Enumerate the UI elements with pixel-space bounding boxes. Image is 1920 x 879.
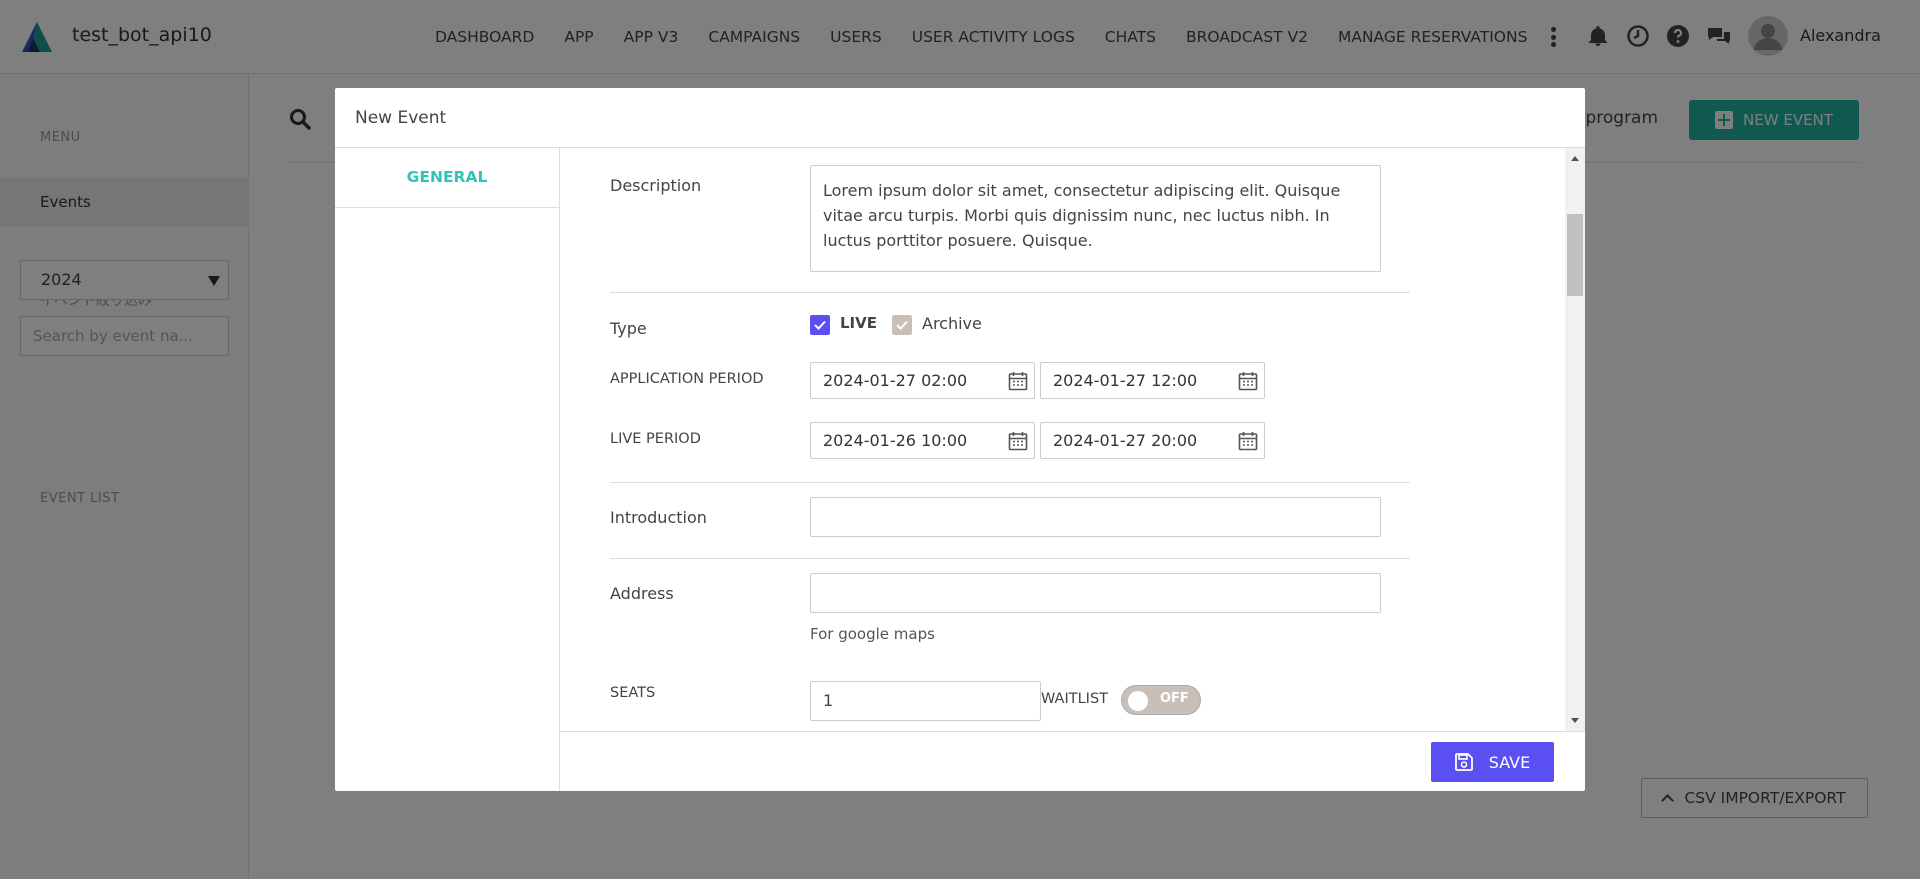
application-start-input[interactable]: 2024-01-27 02:00 (810, 362, 1035, 399)
live-end-input[interactable]: 2024-01-27 20:00 (1040, 422, 1265, 459)
application-end-input[interactable]: 2024-01-27 12:00 (1040, 362, 1265, 399)
archive-label[interactable]: Archive (922, 314, 982, 333)
live-label[interactable]: LIVE (840, 314, 877, 332)
application-start-value: 2024-01-27 02:00 (823, 371, 968, 390)
live-end-value: 2024-01-27 20:00 (1053, 431, 1198, 450)
modal-title: New Event (335, 88, 1585, 148)
address-input[interactable] (810, 573, 1381, 613)
floppy-disk-icon (1454, 753, 1473, 771)
waitlist-label: WAITLIST (1041, 691, 1109, 707)
application-end-value: 2024-01-27 12:00 (1053, 371, 1198, 390)
calendar-icon[interactable] (1238, 431, 1258, 451)
waitlist-toggle-state: OFF (1160, 691, 1189, 706)
description-textarea[interactable]: Lorem ipsum dolor sit amet, consectetur … (810, 165, 1381, 272)
calendar-icon[interactable] (1008, 371, 1028, 391)
scroll-up-arrow-icon[interactable] (1571, 156, 1579, 161)
waitlist-toggle[interactable]: OFF (1121, 685, 1201, 715)
divider (610, 558, 1410, 559)
address-label: Address (610, 584, 674, 603)
address-hint: For google maps (810, 625, 935, 643)
seats-input[interactable]: 1 (810, 681, 1041, 721)
save-button[interactable]: SAVE (1431, 742, 1554, 782)
application-period-label: APPLICATION PERIOD (610, 371, 764, 387)
modal-footer: SAVE (560, 731, 1585, 791)
modal-nav: GENERAL (335, 148, 560, 791)
save-label: SAVE (1488, 752, 1531, 772)
seats-label: SEATS (610, 685, 656, 701)
tab-general[interactable]: GENERAL (335, 148, 559, 208)
live-start-value: 2024-01-26 10:00 (823, 431, 968, 450)
introduction-label: Introduction (610, 508, 707, 527)
calendar-icon[interactable] (1238, 371, 1258, 391)
new-event-modal: New Event GENERAL Description Lorem ipsu… (335, 88, 1585, 791)
scroll-thumb[interactable] (1567, 214, 1583, 296)
live-checkbox[interactable] (810, 315, 830, 335)
description-label: Description (610, 176, 702, 195)
type-label: Type (610, 319, 647, 338)
toggle-knob (1128, 691, 1148, 711)
archive-checkbox[interactable] (892, 315, 912, 335)
divider (610, 482, 1410, 483)
scroll-down-arrow-icon[interactable] (1571, 718, 1579, 723)
modal-body: Description Lorem ipsum dolor sit amet, … (560, 148, 1585, 731)
modal-scrollbar[interactable] (1565, 148, 1585, 731)
live-period-label: LIVE PERIOD (610, 431, 701, 447)
divider (610, 292, 1410, 293)
introduction-input[interactable] (810, 497, 1381, 537)
calendar-icon[interactable] (1008, 431, 1028, 451)
live-start-input[interactable]: 2024-01-26 10:00 (810, 422, 1035, 459)
